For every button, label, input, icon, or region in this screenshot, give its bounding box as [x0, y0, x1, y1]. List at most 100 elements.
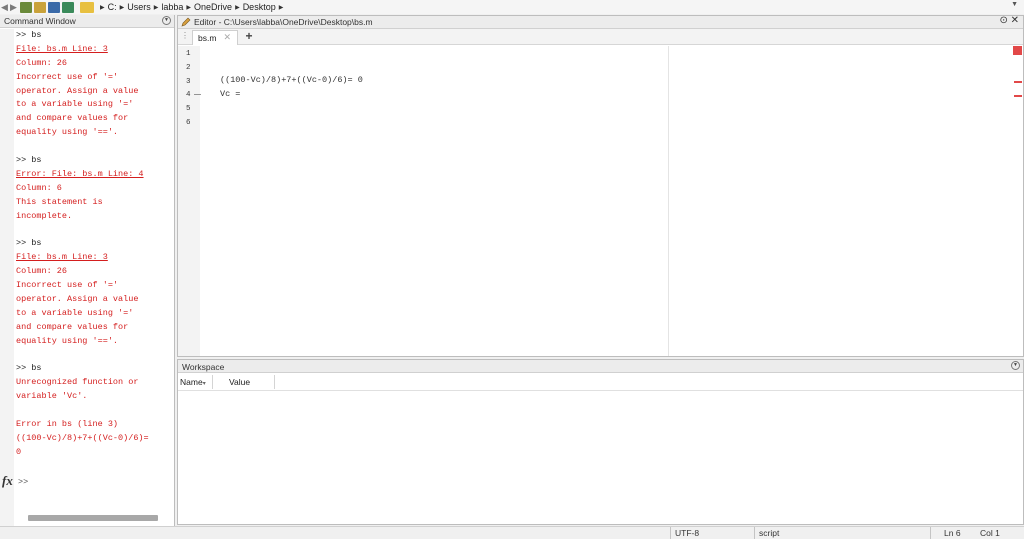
- breadcrumb-item-labba[interactable]: labba: [161, 2, 183, 12]
- command-output-line: operator. Assign a value: [16, 85, 139, 96]
- breadcrumb-item-onedrive[interactable]: OneDrive: [194, 2, 232, 12]
- status-column: Col 1: [980, 528, 1000, 538]
- tab-bs-m[interactable]: bs.m ✕: [192, 30, 238, 45]
- tab-list-icon[interactable]: ⋮: [181, 31, 189, 40]
- panel-menu-icon[interactable]: ▼: [162, 16, 171, 25]
- command-output-line: Column: 26: [16, 266, 68, 277]
- chevron-right-icon: ▶: [278, 4, 284, 11]
- error-indicator-icon[interactable]: [1013, 46, 1022, 55]
- status-divider: [754, 527, 755, 539]
- workspace-titlebar: Workspace ▼: [178, 360, 1023, 373]
- editor-panel: Editor - C:\Users\labba\OneDrive\Desktop…: [177, 15, 1024, 357]
- command-output-line: [16, 404, 174, 418]
- horizontal-scrollbar[interactable]: [28, 515, 158, 521]
- browse-folder-icon[interactable]: [34, 1, 46, 13]
- command-output-line: Error: File: bs.m Line: 4: [16, 168, 144, 179]
- command-output-line: equality using '=='.: [16, 335, 119, 346]
- up-folder-icon[interactable]: [20, 1, 32, 13]
- command-output-line: File: bs.m Line: 3: [16, 43, 108, 54]
- error-line-marker[interactable]: [1014, 81, 1022, 83]
- command-output-line: >> bs: [16, 238, 42, 249]
- tab-label: bs.m: [198, 33, 217, 43]
- command-output-line: to a variable using '=': [16, 307, 134, 318]
- right-margin-line: [668, 46, 669, 356]
- chevron-right-icon: ▶: [186, 4, 192, 11]
- command-output-lines: >> bs File: bs.m Line: 3 Column: 26 Incorre…: [16, 29, 174, 460]
- line-number: 1: [186, 50, 191, 58]
- back-arrow-icon[interactable]: ◀: [0, 2, 9, 12]
- status-file-type: script: [759, 528, 780, 538]
- fx-icon[interactable]: fx: [2, 473, 13, 489]
- workspace-title: Workspace: [182, 362, 225, 372]
- add-tab-button[interactable]: +: [241, 29, 257, 44]
- column-header-name[interactable]: Name▾: [180, 377, 206, 387]
- panel-menu-icon[interactable]: ▼: [1011, 361, 1020, 370]
- line-number-gutter: 1 2 3 4—5 6: [178, 46, 201, 356]
- save-icon[interactable]: [48, 1, 60, 13]
- forward-arrow-icon[interactable]: ▶: [9, 2, 18, 12]
- code-area[interactable]: ((100-Vc)/8)+7+((Vc-0)/6)= 0 Vc =: [220, 73, 363, 101]
- code-line[interactable]: Vc =: [220, 87, 363, 101]
- column-divider[interactable]: [212, 375, 213, 389]
- editor-close-icon[interactable]: ⊙ ✕: [999, 15, 1019, 26]
- status-divider: [670, 527, 671, 539]
- command-output-line: Unrecognized function or: [16, 377, 139, 388]
- line-number: 4: [186, 91, 191, 100]
- command-output-line: This statement is: [16, 196, 103, 207]
- command-output-line: [16, 348, 174, 362]
- command-window-titlebar: Command Window ▼: [0, 15, 174, 28]
- command-output-line: and compare values for: [16, 321, 129, 332]
- command-output-line: to a variable using '=': [16, 99, 134, 110]
- command-output-line: operator. Assign a value: [16, 293, 139, 304]
- line-number: 2: [186, 63, 191, 72]
- column-divider[interactable]: [274, 375, 275, 389]
- command-output-line: Incorrect use of '=': [16, 280, 119, 291]
- command-output-line: >> bs: [16, 155, 42, 166]
- address-bar: ◀ ▶ ▶ C: ▶ Users ▶ labba ▶ OneDrive ▶ De…: [0, 0, 1024, 14]
- workspace-header: Name▾ Value: [178, 373, 1023, 391]
- command-window-title: Command Window: [4, 16, 76, 26]
- code-line[interactable]: ((100-Vc)/8)+7+((Vc-0)/6)= 0: [220, 73, 363, 87]
- workspace-icon[interactable]: [62, 1, 74, 13]
- chevron-right-icon: ▶: [119, 4, 125, 11]
- error-line-marker[interactable]: [1014, 95, 1022, 97]
- command-window-output[interactable]: >> bs File: bs.m Line: 3 Column: 26 Incorre…: [0, 29, 174, 514]
- sort-icon: ▾: [202, 381, 206, 387]
- command-output-line: variable 'Vc'.: [16, 391, 88, 402]
- command-prompt[interactable]: >>: [18, 477, 28, 487]
- breadcrumb-item-users[interactable]: Users: [127, 2, 151, 12]
- column-header-name-label: Name: [180, 377, 203, 387]
- command-output-line: Column: 6: [16, 182, 62, 193]
- breakpoint-dash[interactable]: —: [194, 91, 201, 98]
- command-output-line: [16, 140, 174, 154]
- command-output-line: 0: [16, 446, 22, 457]
- command-output-line: [16, 223, 174, 237]
- command-output-line: File: bs.m Line: 3: [16, 252, 108, 263]
- line-number: 5: [186, 105, 191, 114]
- workspace-panel: Workspace ▼ Name▾ Value: [177, 359, 1024, 525]
- tab-close-icon[interactable]: ✕: [223, 32, 231, 43]
- folder-icon: [80, 1, 94, 13]
- address-dropdown-icon[interactable]: ▼: [1011, 1, 1018, 8]
- command-output-line: equality using '=='.: [16, 127, 119, 138]
- line-number: 3: [186, 77, 191, 86]
- editor-tabbar: ⋮ bs.m ✕ +: [178, 29, 1023, 45]
- breadcrumb-item-c[interactable]: C:: [108, 2, 117, 12]
- status-line: Ln 6: [944, 528, 961, 538]
- status-bar: UTF-8 script Ln 6 Col 1: [0, 526, 1024, 539]
- chevron-right-icon: ▶: [235, 4, 240, 11]
- line-number: 6: [186, 119, 191, 127]
- command-window: Command Window ▼ >> bs File: bs.m Line: 3…: [0, 15, 175, 526]
- pencil-icon: [181, 17, 191, 27]
- analyzer-strip: [1011, 46, 1023, 356]
- breadcrumb-item-desktop[interactable]: Desktop: [243, 2, 276, 12]
- command-output-line: >> bs: [16, 30, 42, 40]
- status-encoding: UTF-8: [675, 528, 700, 538]
- chevron-right-icon: ▶: [100, 4, 105, 11]
- chevron-right-icon: ▶: [153, 4, 159, 11]
- editor-title: Editor - C:\Users\labba\OneDrive\Desktop…: [194, 17, 373, 27]
- command-output-line: Column: 26: [16, 57, 68, 68]
- editor-titlebar: Editor - C:\Users\labba\OneDrive\Desktop…: [178, 15, 1023, 29]
- status-divider: [930, 527, 931, 539]
- column-header-value[interactable]: Value: [229, 377, 250, 387]
